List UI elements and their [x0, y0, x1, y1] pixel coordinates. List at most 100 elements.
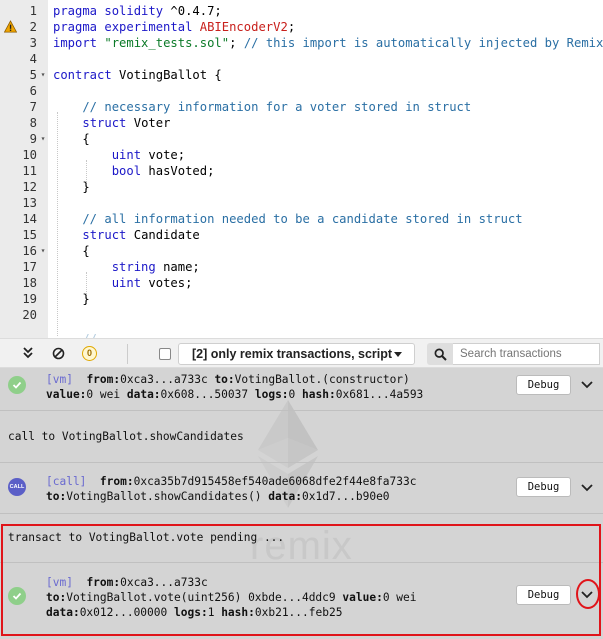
log-label: hash:: [302, 388, 336, 401]
code-token: Voter: [133, 116, 171, 130]
clear-console-icon[interactable]: [50, 345, 66, 361]
code-text: string name;: [53, 259, 200, 275]
line-number: 20: [22, 308, 37, 322]
search-transactions-input[interactable]: [453, 343, 600, 365]
log-label: from:: [86, 373, 121, 386]
line-number: 16: [22, 244, 37, 258]
code-text: }: [53, 179, 90, 195]
code-line[interactable]: 11 bool hasVoted;: [0, 163, 603, 179]
filter-select-label: [2] only remix transactions, script: [192, 347, 393, 361]
code-text: {: [53, 131, 90, 147]
debug-button[interactable]: Debug: [516, 477, 571, 497]
code-token: string: [111, 260, 164, 274]
code-line[interactable]: 10 uint vote;: [0, 147, 603, 163]
terminal-toolbar: 0 [2] only remix transactions, script: [0, 338, 603, 368]
code-token: }: [53, 180, 90, 194]
log-value: 0x608...50037: [160, 388, 249, 401]
code-text: import "remix_tests.sol"; // this import…: [53, 35, 603, 51]
chevron-down-icon[interactable]: [580, 481, 594, 495]
log-label: data:: [126, 388, 161, 401]
code-line[interactable]: 17 string name;: [0, 259, 603, 275]
code-line[interactable]: 3 import "remix_tests.sol"; // this impor…: [0, 35, 603, 51]
code-line[interactable]: 16 ▾ {: [0, 243, 603, 259]
code-token: ^0.4.7;: [170, 4, 222, 18]
line-number: 13: [22, 196, 37, 210]
code-line[interactable]: 2 pragma experimental ABIEncoderV2;: [0, 19, 603, 35]
code-text: struct Voter: [53, 115, 170, 131]
code-token: {: [53, 132, 90, 146]
code-token: Candidate: [133, 228, 200, 242]
code-token: ;: [229, 36, 244, 50]
code-line[interactable]: 12 }: [0, 179, 603, 195]
code-text: pragma solidity ^0.4.7;: [53, 3, 222, 19]
code-line[interactable]: 20: [0, 307, 603, 323]
line-number: 6: [29, 84, 37, 98]
code-token: // all information needed to be a candid…: [53, 212, 523, 226]
chevron-down-icon[interactable]: [580, 378, 594, 392]
code-text: // all information needed to be a candid…: [53, 211, 523, 227]
code-token: uint: [111, 148, 149, 162]
line-number: 9: [29, 132, 37, 146]
fold-arrow-icon[interactable]: ▾: [38, 131, 48, 147]
code-line[interactable]: 4: [0, 51, 603, 67]
success-check-icon: [8, 376, 26, 394]
log-value: 0xca35b7d915458ef540ade6068dfe2f44e8fa73…: [133, 475, 417, 488]
log-value: 0 wei: [86, 388, 121, 401]
log-tag: [vm]: [46, 373, 73, 386]
line-number: 5: [29, 68, 37, 82]
code-token: name;: [163, 260, 200, 274]
code-line[interactable]: 7 // necessary information for a voter s…: [0, 99, 603, 115]
code-line[interactable]: 6: [0, 83, 603, 99]
code-text: pragma experimental ABIEncoderV2;: [53, 19, 295, 35]
line-number: 12: [22, 180, 37, 194]
log-value: 0: [288, 388, 296, 401]
code-token: contract: [53, 68, 120, 82]
code-text: }: [53, 291, 90, 307]
code-line[interactable]: 1 pragma solidity ^0.4.7;: [0, 3, 603, 19]
code-text: // necessary information for a voter sto…: [53, 99, 471, 115]
code-token: {: [53, 244, 90, 258]
log-value: 0x681...4a593: [335, 388, 424, 401]
log-tag: [call]: [46, 475, 87, 488]
line-number: 14: [22, 212, 37, 226]
transaction-filter-select[interactable]: [2] only remix transactions, script: [178, 343, 415, 365]
line-number: 19: [22, 292, 37, 306]
code-token: "remix_tests.sol": [104, 36, 230, 50]
code-line[interactable]: 18 uint votes;: [0, 275, 603, 291]
code-line[interactable]: 19 }: [0, 291, 603, 307]
code-token: ABIEncoderV2: [199, 20, 288, 34]
code-line[interactable]: 8 struct Voter: [0, 115, 603, 131]
code-token: // this import is automatically injected…: [243, 36, 603, 50]
collapse-terminal-icon[interactable]: [20, 345, 36, 361]
code-token: pragma solidity: [53, 4, 171, 18]
code-line[interactable]: 14 // all information needed to be a can…: [0, 211, 603, 227]
code-editor[interactable]: 1 pragma solidity ^0.4.7; 2 pragma experime…: [0, 0, 603, 338]
code-text: uint votes;: [53, 275, 193, 291]
toolbar-divider: [127, 344, 128, 364]
log-label: to:: [46, 490, 67, 503]
code-line[interactable]: 13: [0, 195, 603, 211]
code-token: }: [53, 292, 90, 306]
code-line[interactable]: 5 ▾ contract VotingBallot {: [0, 67, 603, 83]
warning-icon[interactable]: [3, 20, 18, 34]
fold-arrow-icon[interactable]: ▾: [38, 67, 48, 83]
line-number: 4: [29, 52, 37, 66]
code-line[interactable]: 15 struct Candidate: [0, 227, 603, 243]
code-token: struct: [82, 116, 134, 130]
highlight-circle: [576, 579, 600, 609]
listen-network-checkbox[interactable]: [159, 348, 171, 360]
log-label: value:: [46, 388, 87, 401]
search-icon[interactable]: [427, 343, 453, 365]
line-number: 10: [22, 148, 37, 162]
code-token: hasVoted;: [148, 164, 215, 178]
pending-count-badge[interactable]: 0: [82, 346, 97, 361]
code-line[interactable]: 9 ▾ {: [0, 131, 603, 147]
log-divider: [0, 462, 603, 463]
code-token: votes;: [148, 276, 193, 290]
line-number: 1: [29, 4, 37, 18]
fold-arrow-icon[interactable]: ▾: [38, 243, 48, 259]
debug-button[interactable]: Debug: [516, 375, 571, 395]
